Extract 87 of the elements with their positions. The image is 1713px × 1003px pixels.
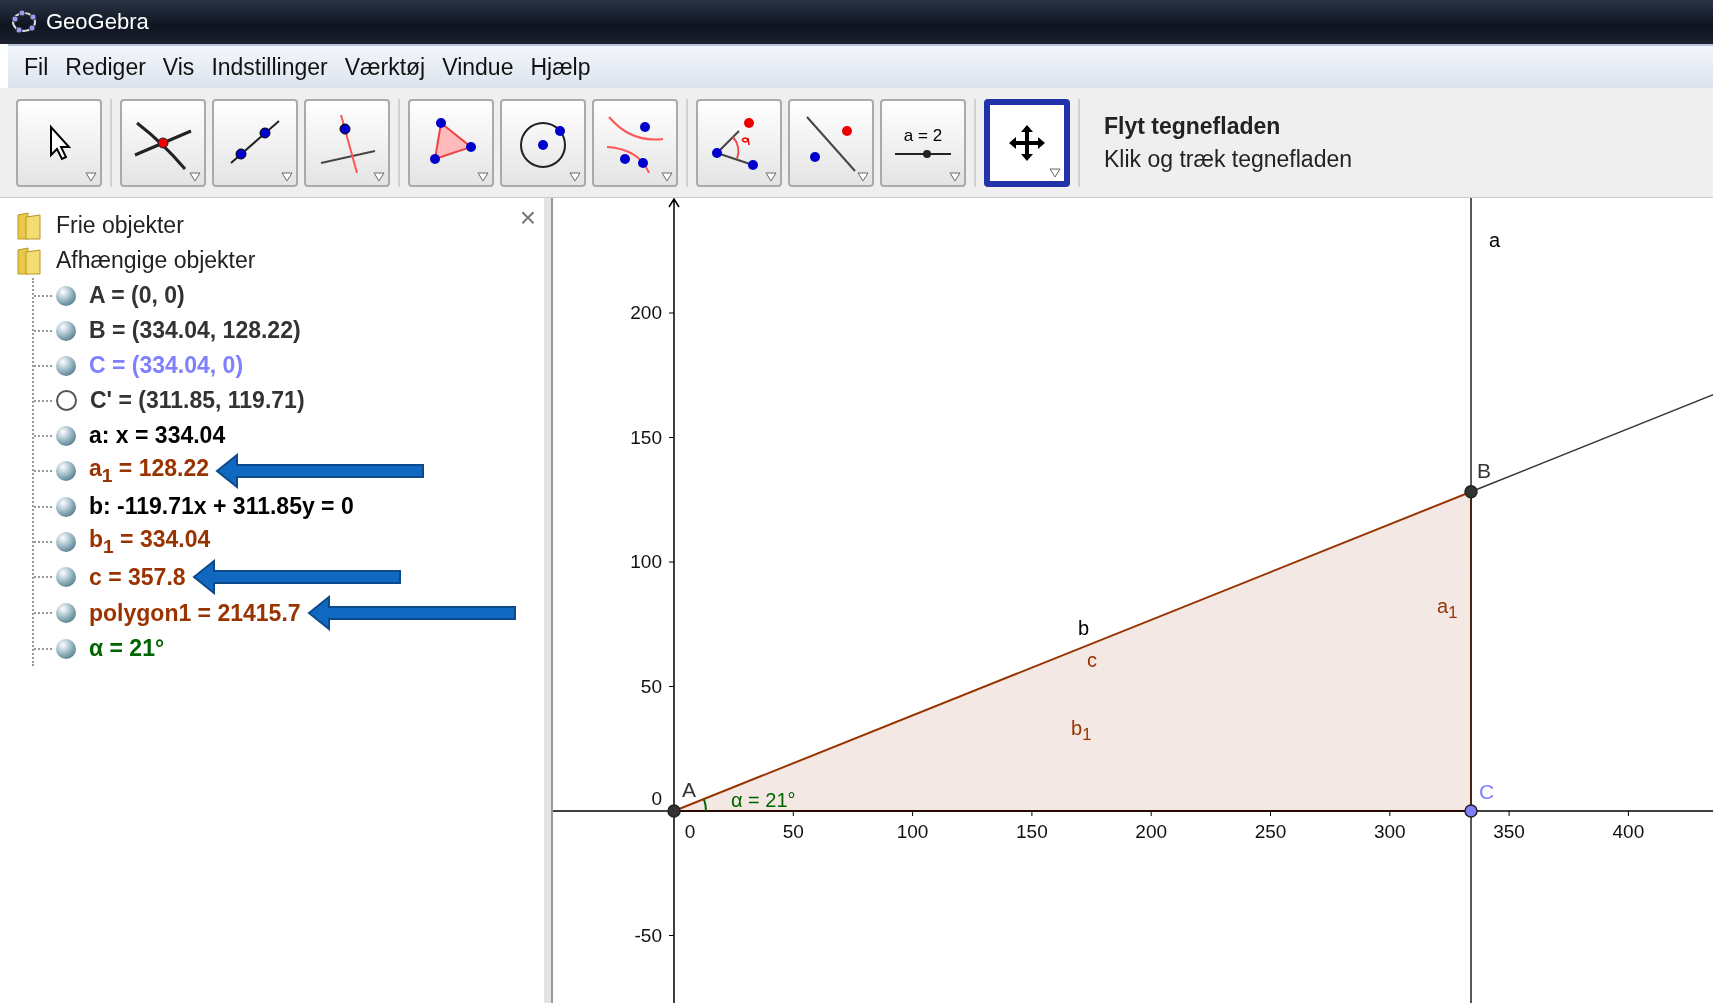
algebra-object[interactable]: a$_{1}$ = 128.22 xyxy=(89,455,209,487)
visibility-ball-icon[interactable] xyxy=(56,355,76,376)
window-title: GeoGebra xyxy=(46,9,149,35)
x-tick-label: 200 xyxy=(1135,821,1168,842)
y-tick-label: 200 xyxy=(630,302,662,323)
dropdown-triangle-icon xyxy=(1049,167,1061,178)
visibility-ball-icon[interactable] xyxy=(56,320,76,341)
object-label: c xyxy=(1087,650,1097,670)
menu-item[interactable]: Fil xyxy=(24,53,49,81)
dropdown-triangle-icon xyxy=(857,171,869,182)
x-tick-label: 350 xyxy=(1493,821,1525,842)
visibility-ball-icon[interactable] xyxy=(56,531,76,552)
tool-button[interactable] xyxy=(696,98,782,187)
dropdown-triangle-icon xyxy=(189,171,201,182)
object-label: a xyxy=(1489,230,1501,250)
app-logo-icon xyxy=(10,8,38,36)
menu-item[interactable]: Vis xyxy=(162,53,195,81)
y-tick-label: 50 xyxy=(640,675,662,697)
x-tick-label: 50 xyxy=(782,821,804,842)
dropdown-triangle-icon xyxy=(765,171,777,182)
folder-label[interactable]: Frie objekter xyxy=(56,212,184,239)
visibility-ball-icon[interactable] xyxy=(56,461,76,481)
object-label: α = 21° xyxy=(731,790,796,810)
dropdown-triangle-icon xyxy=(477,171,489,182)
point[interactable] xyxy=(1464,804,1478,818)
dropdown-triangle-icon xyxy=(85,171,97,182)
tool-help-title: Flyt tegnefladen xyxy=(1104,112,1282,140)
x-tick-label: 0 xyxy=(684,821,696,842)
tool-button[interactable]: a = 2 xyxy=(880,98,966,187)
algebra-object[interactable]: b: -119.71x + 311.85y = 0 xyxy=(89,493,354,520)
object-label: a$_{1}$ xyxy=(1437,596,1458,622)
tool-button[interactable] xyxy=(500,98,586,187)
tool-button[interactable] xyxy=(984,98,1070,187)
object-label: b$_{1}$ xyxy=(1071,718,1092,744)
point-label: C xyxy=(1479,780,1495,803)
menu-item[interactable]: Vindue xyxy=(442,53,514,81)
tool-button[interactable] xyxy=(788,98,874,187)
visibility-ball-icon[interactable] xyxy=(56,567,76,587)
menu-item[interactable]: Rediger xyxy=(65,53,146,81)
tool-button[interactable] xyxy=(304,98,390,187)
point-label: B xyxy=(1477,458,1492,482)
x-tick-label: 150 xyxy=(1016,821,1048,842)
algebra-object[interactable]: a: x = 334.04 xyxy=(89,422,226,449)
tool-button[interactable] xyxy=(408,98,494,187)
hidden-circle-icon[interactable] xyxy=(56,390,77,411)
tool-button[interactable] xyxy=(16,98,102,187)
y-tick-label: 0 xyxy=(651,788,662,809)
visibility-ball-icon[interactable] xyxy=(56,603,76,623)
dropdown-triangle-icon xyxy=(949,171,961,182)
x-tick-label: 300 xyxy=(1373,821,1406,842)
tool-button[interactable] xyxy=(212,98,298,187)
visibility-ball-icon[interactable] xyxy=(56,425,76,446)
algebra-object[interactable]: α = 21° xyxy=(89,635,165,662)
algebra-object[interactable]: C' = (311.85, 119.71) xyxy=(90,387,305,414)
point[interactable] xyxy=(1464,485,1478,499)
algebra-object[interactable]: A = (0, 0) xyxy=(89,282,185,309)
x-tick-label: 100 xyxy=(896,821,929,842)
angle-arc xyxy=(703,798,707,812)
dropdown-triangle-icon xyxy=(661,171,673,182)
tool-button[interactable] xyxy=(592,98,678,187)
y-tick-label: -50 xyxy=(634,924,662,946)
menu-item[interactable]: Hjælp xyxy=(530,53,591,81)
menu-item[interactable]: Indstillinger xyxy=(211,53,328,81)
algebra-object[interactable]: B = (334.04, 128.22) xyxy=(89,317,301,344)
dropdown-triangle-icon xyxy=(281,171,293,182)
dropdown-triangle-icon xyxy=(373,171,385,182)
y-tick-label: 100 xyxy=(630,551,662,572)
visibility-ball-icon[interactable] xyxy=(56,638,76,659)
algebra-object[interactable]: c = 357.8 xyxy=(89,563,186,591)
x-tick-label: 250 xyxy=(1254,821,1287,842)
visibility-ball-icon[interactable] xyxy=(56,496,76,517)
point-label: A xyxy=(682,778,696,801)
folder-label[interactable]: Afhængige objekter xyxy=(56,247,256,274)
visibility-ball-icon[interactable] xyxy=(56,285,76,306)
object-label: b xyxy=(1078,618,1090,638)
folder-icon xyxy=(16,245,42,276)
algebra-object[interactable]: polygon1 = 21415.7 xyxy=(89,599,301,627)
dropdown-triangle-icon xyxy=(569,171,581,182)
folder-icon xyxy=(16,210,42,241)
point[interactable] xyxy=(667,804,681,818)
menu-item[interactable]: Værktøj xyxy=(344,53,426,81)
y-tick-label: 150 xyxy=(630,426,662,448)
algebra-object[interactable]: b$_{1}$ = 334.04 xyxy=(89,525,211,558)
x-tick-label: 400 xyxy=(1612,821,1645,842)
close-button[interactable]: × xyxy=(519,204,536,232)
tool-button[interactable] xyxy=(120,98,206,187)
tool-help-text: Klik og træk tegnefladen xyxy=(1104,145,1353,173)
